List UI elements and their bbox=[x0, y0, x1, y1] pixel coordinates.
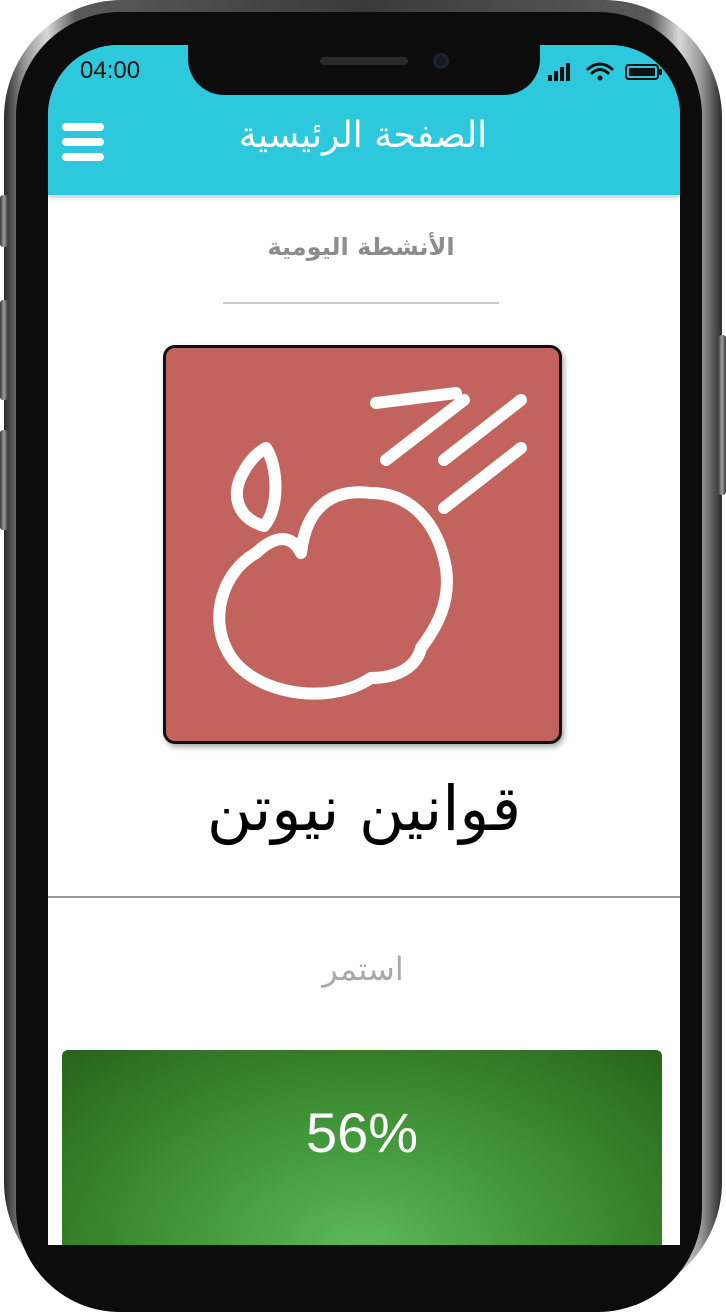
activity-card[interactable] bbox=[163, 345, 562, 744]
side-button-volume-down bbox=[0, 430, 8, 530]
front-camera bbox=[433, 53, 449, 69]
signal-icon bbox=[548, 63, 570, 81]
camera-notch bbox=[188, 45, 540, 95]
battery-icon bbox=[625, 64, 662, 80]
app-bar: 04:00 الصفحة الرئيسية bbox=[48, 45, 680, 195]
hamburger-menu-icon[interactable] bbox=[62, 123, 104, 161]
apple-falling-icon bbox=[213, 387, 527, 700]
phone-frame: 04:00 الصفحة الرئيسية الأنشطة اليومية قو… bbox=[0, 0, 726, 1312]
side-button-mute bbox=[0, 195, 8, 247]
continue-label[interactable]: استمر bbox=[248, 950, 478, 988]
screen: 04:00 الصفحة الرئيسية الأنشطة اليومية قو… bbox=[48, 45, 680, 1245]
section-underline bbox=[223, 302, 499, 304]
progress-bar: 56% bbox=[62, 1050, 662, 1245]
page-title: الصفحة الرئيسية bbox=[238, 115, 488, 156]
divider bbox=[48, 896, 680, 898]
section-title: الأنشطة اليومية bbox=[267, 233, 455, 261]
status-icons bbox=[548, 62, 662, 81]
progress-percent: 56% bbox=[305, 1101, 419, 1164]
activity-title: قوانين نيوتن bbox=[206, 772, 522, 845]
status-time: 04:00 bbox=[80, 57, 141, 84]
speaker-grille bbox=[320, 57, 408, 65]
wifi-icon bbox=[586, 62, 614, 81]
side-button-power bbox=[718, 335, 726, 495]
side-button-volume-up bbox=[0, 300, 8, 400]
